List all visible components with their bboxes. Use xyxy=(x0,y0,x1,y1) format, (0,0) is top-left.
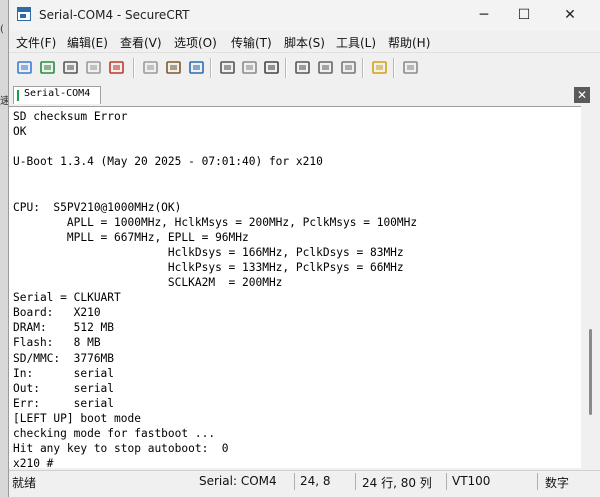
status-divider xyxy=(355,473,356,490)
status-divider xyxy=(446,473,447,490)
toolbar-separator xyxy=(285,58,287,78)
session-options-icon[interactable] xyxy=(294,59,312,77)
menu-help[interactable]: 帮助(H) xyxy=(388,34,430,51)
securecrt-window: Serial-COM4 - SecureCRT ─ ☐ ✕ 文件(F) 编辑(E… xyxy=(8,0,600,497)
toolbar-separator xyxy=(362,58,364,78)
status-cursor: 24, 8 xyxy=(300,474,331,488)
close-tab-icon[interactable]: ✕ xyxy=(574,87,590,103)
vertical-scrollbar[interactable] xyxy=(581,106,599,468)
status-ready: 就绪 xyxy=(12,476,37,490)
close-button[interactable]: ✕ xyxy=(547,0,593,31)
tab-label: Serial-COM4 xyxy=(24,88,91,99)
status-rows-cols: 24 行, 80 列 xyxy=(362,476,432,490)
menu-transfer[interactable]: 传输(T) xyxy=(231,34,272,51)
find-icon[interactable] xyxy=(188,59,206,77)
print-setup-icon[interactable] xyxy=(219,59,237,77)
status-num-lock: 数字 xyxy=(545,476,570,490)
reconnect-icon[interactable] xyxy=(85,59,103,77)
terminal-output: SD checksum Error OK U-Boot 1.3.4 (May 2… xyxy=(13,110,418,468)
background-window-edge: ( 速 xyxy=(0,0,10,497)
keymap-icon[interactable] xyxy=(340,59,358,77)
status-divider xyxy=(537,473,538,490)
scrollbar-thumb[interactable] xyxy=(589,329,592,415)
connect-icon[interactable] xyxy=(16,59,34,77)
print-icon[interactable] xyxy=(263,59,281,77)
status-divider xyxy=(294,473,295,490)
maximize-button[interactable]: ☐ xyxy=(501,0,547,31)
toolbar-separator xyxy=(133,58,135,78)
tab-bar: Serial-COM4 ✕ xyxy=(9,84,600,105)
sftp-icon[interactable] xyxy=(402,59,420,77)
status-bar: 就绪 Serial: COM4 24, 8 24 行, 80 列 VT100 数… xyxy=(9,470,600,492)
menu-edit[interactable]: 编辑(E) xyxy=(67,34,108,51)
copy-icon[interactable] xyxy=(142,59,160,77)
connected-status-indicator xyxy=(17,90,19,101)
menu-bar: 文件(F) 编辑(E) 查看(V) 选项(O) 传输(T) 脚本(S) 工具(L… xyxy=(9,31,600,52)
window-title: Serial-COM4 - SecureCRT xyxy=(39,8,190,22)
menu-script[interactable]: 脚本(S) xyxy=(284,34,325,51)
print-screen-icon[interactable] xyxy=(241,59,259,77)
quick-connect-icon[interactable] xyxy=(39,59,57,77)
status-emulation: VT100 xyxy=(452,474,491,488)
terminal-area[interactable]: SD checksum Error OK U-Boot 1.3.4 (May 2… xyxy=(9,106,581,468)
background-text: ( xyxy=(0,24,4,35)
menu-view[interactable]: 查看(V) xyxy=(120,34,162,51)
status-port: Serial: COM4 xyxy=(199,474,277,488)
menu-options[interactable]: 选项(O) xyxy=(174,34,217,51)
menu-file[interactable]: 文件(F) xyxy=(16,34,56,51)
title-bar[interactable]: Serial-COM4 - SecureCRT ─ ☐ ✕ xyxy=(9,0,600,31)
toolbar-separator xyxy=(210,58,212,78)
disconnect-icon[interactable] xyxy=(108,59,126,77)
paste-icon[interactable] xyxy=(165,59,183,77)
global-options-icon[interactable] xyxy=(317,59,335,77)
toolbar-separator xyxy=(393,58,395,78)
connect-tab-icon[interactable] xyxy=(62,59,80,77)
menu-tools[interactable]: 工具(L) xyxy=(336,34,376,51)
app-icon[interactable] xyxy=(17,7,31,21)
help-icon[interactable] xyxy=(371,59,389,77)
tab-serial-com4[interactable]: Serial-COM4 xyxy=(13,86,101,104)
toolbar xyxy=(9,52,600,83)
